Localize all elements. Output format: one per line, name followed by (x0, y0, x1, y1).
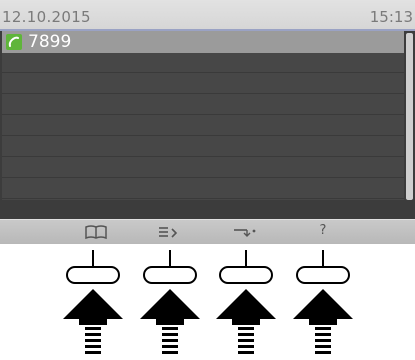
call-list: 7899 (2, 31, 404, 200)
softkey-bar: ? (0, 219, 415, 244)
phone-handset-icon (6, 34, 22, 50)
softkey-button-3[interactable] (215, 247, 277, 360)
call-list-item[interactable]: 7899 (2, 31, 404, 53)
status-time: 15:13 (369, 8, 413, 26)
softkey-button-2[interactable] (139, 247, 201, 360)
menu-list-icon (159, 227, 178, 238)
phonebook-icon (85, 225, 107, 240)
scrollbar-thumb[interactable] (406, 33, 413, 200)
call-forward-icon (234, 229, 256, 237)
status-date: 12.10.2015 (2, 8, 91, 26)
help-icon: ? (319, 223, 327, 238)
softkey-button-4[interactable] (292, 247, 354, 360)
phone-display: 12.10.2015 15:13 7899 ? (0, 0, 415, 244)
softkey-button-1[interactable] (62, 247, 124, 360)
status-bar: 12.10.2015 15:13 (0, 0, 415, 31)
call-number: 7899 (28, 32, 72, 52)
scrollbar[interactable] (406, 33, 413, 200)
